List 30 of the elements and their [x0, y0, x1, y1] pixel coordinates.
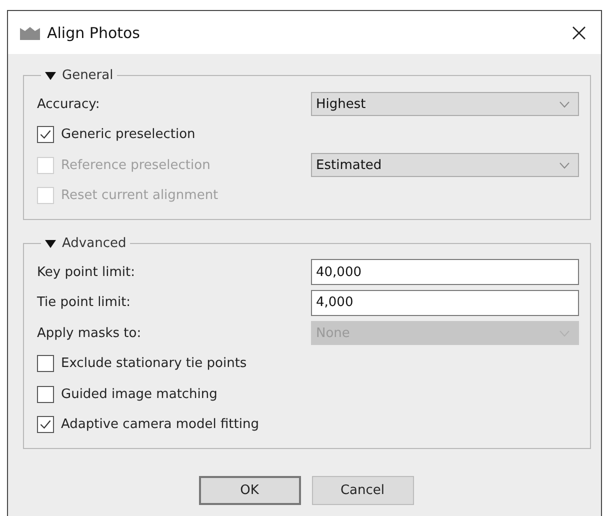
field-label: Tie point limit:	[37, 295, 132, 310]
checkbox-label: Adaptive camera model fitting	[61, 417, 259, 432]
collapse-arrow-icon[interactable]	[45, 240, 56, 248]
chevron-icon	[559, 100, 570, 108]
checkbox-label: Reference preselection	[61, 158, 210, 173]
checkbox-label: Exclude stationary tie points	[61, 356, 247, 372]
input-field[interactable]: 40,000	[311, 259, 579, 286]
check-icon	[39, 128, 52, 142]
section-title: General	[62, 68, 114, 83]
chevron-icon	[559, 162, 570, 169]
check-icon	[39, 418, 52, 432]
section-title: Advanced	[62, 236, 126, 251]
checkbox[interactable]	[37, 126, 54, 144]
checkbox[interactable]	[37, 386, 54, 403]
input-field[interactable]: 4,000	[311, 290, 579, 316]
field-label: Key point limit:	[37, 264, 136, 280]
checkbox[interactable]	[37, 416, 54, 434]
field-label: Apply masks to:	[37, 326, 142, 341]
dialog-button[interactable]: OK	[198, 476, 300, 505]
window-title: Align Photos	[47, 24, 141, 42]
checkbox-label: Generic preselection	[61, 127, 196, 142]
field-label: Accuracy:	[37, 96, 101, 112]
dropdown[interactable]: Highest	[311, 92, 579, 116]
checkbox[interactable]	[37, 355, 54, 372]
dialog-button[interactable]: Cancel	[312, 476, 414, 505]
checkbox-label: Guided image matching	[61, 386, 218, 402]
close-icon	[572, 26, 586, 40]
checkbox-label: Reset current alignment	[61, 188, 218, 204]
photos-icon	[19, 24, 41, 40]
collapse-arrow-icon[interactable]	[45, 72, 56, 80]
